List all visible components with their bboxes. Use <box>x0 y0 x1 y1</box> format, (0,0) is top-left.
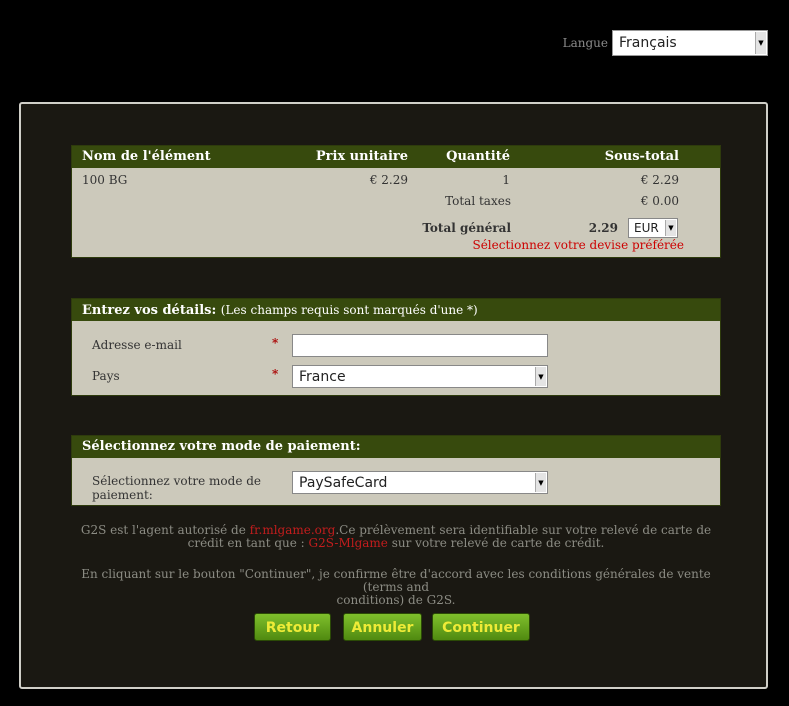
email-label: Adresse e-mail <box>92 338 182 352</box>
country-select[interactable]: France ▼ <box>292 365 548 388</box>
terms-notice: En cliquant sur le bouton "Continuer", j… <box>71 568 721 607</box>
payment-section: Sélectionnez votre mode de paiement: Sél… <box>71 435 721 506</box>
col-unit-price: Prix unitaire <box>315 149 408 164</box>
col-subtotal: Sous-total <box>604 149 679 164</box>
notice-text-4: sur votre relevé de carte de crédit. <box>387 536 605 550</box>
terms-text-1: En cliquant sur le bouton "Continuer", j… <box>81 567 711 594</box>
continue-button[interactable]: Continuer <box>432 613 530 641</box>
country-required-mark: * <box>272 367 279 381</box>
language-selector: Langue Français ▼ <box>563 30 768 56</box>
item-quantity: 1 <box>502 173 510 187</box>
payment-method-select[interactable]: PaySafeCard ▼ <box>292 471 548 494</box>
payment-method-value: PaySafeCard <box>299 474 388 491</box>
checkout-panel: Nom de l'élément Prix unitaire Quantité … <box>19 102 768 689</box>
col-item-name: Nom de l'élément <box>82 149 211 164</box>
details-heading-note: (Les champs requis sont marqués d'une *) <box>220 303 478 317</box>
notice-text-2: .Ce prélèvement sera identifiable sur vo… <box>335 523 712 537</box>
email-required-mark: * <box>272 336 279 350</box>
language-select[interactable]: Français ▼ <box>612 30 768 56</box>
country-select-value: France <box>299 368 346 385</box>
chevron-down-icon[interactable]: ▼ <box>755 32 766 54</box>
language-label: Langue <box>562 36 608 50</box>
details-heading-title: Entrez vos détails: <box>82 303 217 318</box>
grand-total-value: 2.29 <box>588 221 618 235</box>
payment-method-label: Sélectionnez votre mode de paiement: <box>92 474 261 502</box>
country-label: Pays <box>92 369 120 383</box>
notice-text-1: G2S est l'agent autorisé de <box>80 523 250 537</box>
grand-total-label: Total général <box>422 221 511 235</box>
terms-text-2: conditions) de G2S. <box>336 593 456 607</box>
item-subtotal: € 2.29 <box>640 173 679 187</box>
total-taxes-label: Total taxes <box>445 194 511 208</box>
cart-table-header: Nom de l'élément Prix unitaire Quantité … <box>72 146 720 168</box>
chevron-down-icon[interactable]: ▼ <box>665 220 676 236</box>
col-quantity: Quantité <box>446 149 510 164</box>
total-taxes-value: € 0.00 <box>640 194 679 208</box>
chevron-down-icon[interactable]: ▼ <box>535 473 546 492</box>
cancel-button[interactable]: Annuler <box>343 613 422 641</box>
item-unit-price: € 2.29 <box>369 173 408 187</box>
email-field[interactable] <box>292 334 548 357</box>
payment-heading: Sélectionnez votre mode de paiement: <box>72 436 720 458</box>
details-section: Entrez vos détails: (Les champs requis s… <box>71 298 721 396</box>
language-select-value: Français <box>619 35 677 51</box>
details-heading: Entrez vos détails: (Les champs requis s… <box>72 299 720 321</box>
payment-method-label-line1: Sélectionnez votre mode de <box>92 474 262 488</box>
item-name: 100 BG <box>82 173 128 187</box>
currency-hint: Sélectionnez votre devise préférée <box>472 238 684 252</box>
cart-table: Nom de l'élément Prix unitaire Quantité … <box>71 145 721 258</box>
chevron-down-icon[interactable]: ▼ <box>535 367 546 386</box>
merchant-link[interactable]: fr.mlgame.org <box>250 523 336 537</box>
currency-select[interactable]: EUR ▼ <box>628 218 678 238</box>
back-button[interactable]: Retour <box>254 613 331 641</box>
descriptor-link[interactable]: G2S-Mlgame <box>309 536 388 550</box>
payment-method-label-line2: paiement: <box>92 488 153 502</box>
billing-notice: G2S est l'agent autorisé de fr.mlgame.or… <box>71 524 721 550</box>
notice-text-3: crédit en tant que : <box>187 536 309 550</box>
currency-select-value: EUR <box>634 221 659 235</box>
